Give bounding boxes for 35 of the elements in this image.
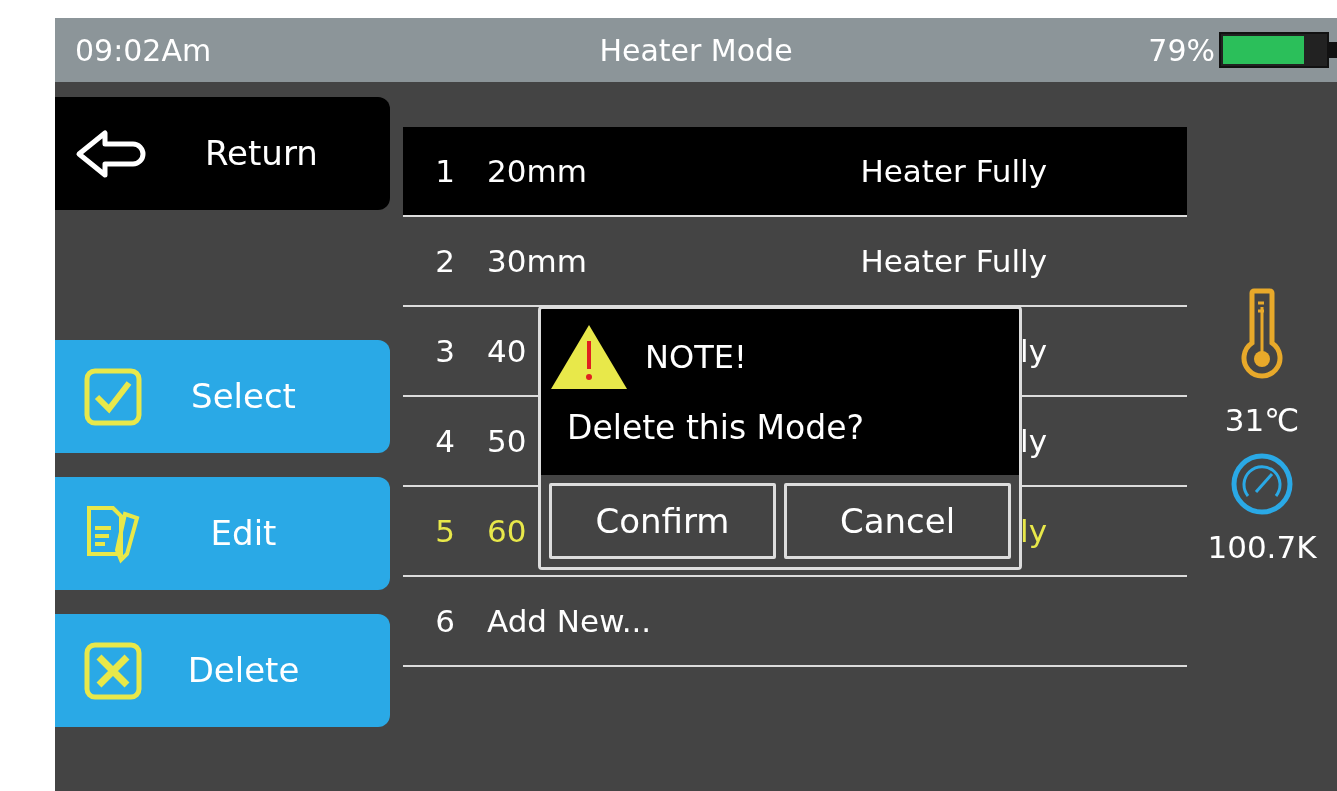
x-box-icon [83,640,143,701]
return-button[interactable]: Return [55,97,390,210]
confirm-button[interactable]: Confirm [549,483,776,559]
mode-number: 4 [434,421,456,461]
gauge-icon [1230,451,1294,516]
mode-number: 6 [434,601,456,641]
mode-name: Add New... [487,602,652,639]
warning-icon [549,323,629,391]
dialog-message: Delete this Mode? [566,407,866,449]
checkbox-icon [83,366,143,427]
dialog-title: NOTE! [645,337,747,378]
mode-name: 20mm [487,152,587,189]
screen-title: Heater Mode [599,32,793,70]
battery-percentage: 79% [1148,31,1215,70]
mode-name: 40 [487,332,527,369]
mode-row[interactable]: 1 20mm Heater Fully [403,127,1187,217]
mode-name: 60 [487,512,527,549]
mode-number: 3 [434,331,456,371]
mode-number: 1 [434,151,456,191]
mode-number: 2 [434,241,456,281]
mode-name: 30mm [487,242,587,279]
mode-name: 50 [487,422,527,459]
cancel-button[interactable]: Cancel [784,483,1011,559]
mode-status: Heater Fully [860,151,1048,191]
mode-status: ly [1020,511,1048,551]
battery-icon [1219,32,1337,68]
mode-number: 5 [434,511,456,551]
temperature-reading: 31℃ [1224,401,1300,440]
pressure-reading: 100.7K [1207,527,1317,567]
mode-status: ly [1020,331,1048,371]
mode-status: Heater Fully [860,241,1048,281]
thermometer-icon [1240,287,1284,381]
mode-row[interactable]: 6 Add New... [403,577,1187,667]
clock-time: 09:02Am [75,31,212,70]
mode-status: ly [1020,421,1048,461]
